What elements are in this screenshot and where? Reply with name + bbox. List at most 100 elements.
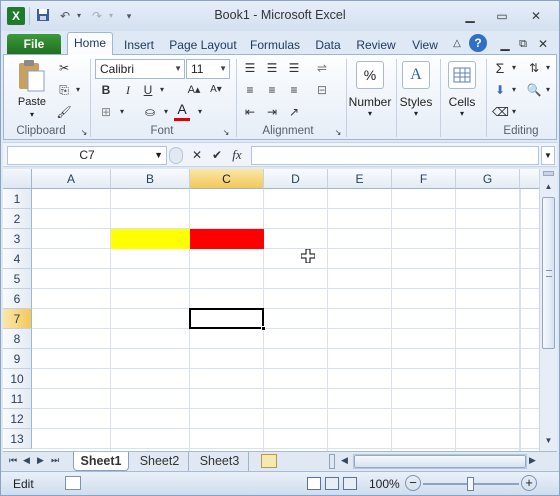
tab-formulas[interactable]: Formulas bbox=[246, 35, 304, 55]
tab-page-layout[interactable]: Page Layout bbox=[167, 35, 239, 55]
column-header-f[interactable]: F bbox=[392, 169, 456, 189]
wrap-text-icon[interactable]: ⇌ bbox=[314, 60, 330, 76]
tab-home[interactable]: Home bbox=[67, 32, 113, 55]
find-dropdown-icon[interactable]: ▾ bbox=[540, 82, 556, 98]
cells-button[interactable]: Cells bbox=[440, 95, 484, 109]
clear-dropdown-icon[interactable]: ▾ bbox=[506, 104, 522, 120]
merge-center-icon[interactable]: ⊟ bbox=[314, 82, 330, 98]
scroll-down-icon[interactable]: ▼ bbox=[541, 433, 556, 449]
fill-color-icon[interactable]: ⛀ bbox=[142, 104, 158, 120]
minimize-ribbon-icon[interactable]: △ bbox=[449, 36, 465, 52]
zoom-slider-thumb[interactable] bbox=[467, 477, 474, 491]
cells-dropdown-icon[interactable]: ▾ bbox=[454, 109, 470, 118]
row-header-12[interactable]: 12 bbox=[3, 409, 32, 429]
row-header-7[interactable]: 7 bbox=[3, 309, 32, 329]
row-header-6[interactable]: 6 bbox=[3, 289, 32, 309]
align-right-icon[interactable]: ≡ bbox=[286, 82, 302, 98]
paste-icon[interactable] bbox=[16, 59, 46, 93]
help-icon[interactable]: ? bbox=[469, 34, 487, 52]
fill-dropdown-icon[interactable]: ▾ bbox=[506, 82, 522, 98]
insert-worksheet-icon[interactable] bbox=[261, 454, 277, 468]
copy-dropdown-icon[interactable]: ▾ bbox=[70, 82, 86, 98]
row-header-3[interactable]: 3 bbox=[3, 229, 32, 249]
page-layout-view-icon[interactable] bbox=[325, 477, 339, 490]
close-button[interactable]: ✕ bbox=[525, 9, 547, 23]
paste-dropdown-icon[interactable]: ▾ bbox=[24, 110, 40, 119]
tab-insert[interactable]: Insert bbox=[118, 35, 160, 55]
scroll-left-icon[interactable]: ◀ bbox=[341, 455, 348, 466]
font-color-dropdown-icon[interactable]: ▾ bbox=[192, 104, 208, 120]
tab-file[interactable]: File bbox=[7, 34, 61, 55]
normal-view-icon[interactable] bbox=[307, 477, 321, 490]
paste-button[interactable]: Paste bbox=[12, 96, 52, 108]
macro-record-icon[interactable] bbox=[65, 476, 81, 490]
column-header-g[interactable]: G bbox=[456, 169, 520, 189]
vertical-scroll-thumb[interactable] bbox=[542, 197, 555, 349]
increase-font-icon[interactable]: A▴ bbox=[186, 82, 202, 98]
font-size-combo[interactable]: 11 ▼ bbox=[186, 59, 230, 79]
styles-icon[interactable]: A bbox=[402, 61, 430, 89]
sheet-tab-sheet2[interactable]: Sheet2 bbox=[131, 452, 189, 471]
decrease-indent-icon[interactable]: ⇤ bbox=[242, 104, 258, 120]
workbook-minimize-button[interactable]: ▁ bbox=[497, 36, 513, 52]
row-header-9[interactable]: 9 bbox=[3, 349, 32, 369]
cell-c3[interactable] bbox=[190, 229, 264, 249]
font-color-icon[interactable]: A bbox=[174, 102, 190, 121]
orientation-icon[interactable]: ↗ bbox=[286, 104, 302, 120]
scroll-right-icon[interactable]: ▶ bbox=[529, 455, 536, 466]
fill-handle[interactable] bbox=[261, 326, 266, 331]
sheet-tab-sheet1[interactable]: Sheet1 bbox=[73, 452, 129, 471]
format-painter-icon[interactable]: 🖌 bbox=[56, 104, 72, 120]
row-header-11[interactable]: 11 bbox=[3, 389, 32, 409]
font-launcher-icon[interactable]: ↘ bbox=[218, 125, 234, 141]
cut-icon[interactable]: ✂ bbox=[56, 60, 72, 76]
align-top-icon[interactable]: ☰ bbox=[242, 60, 258, 76]
scroll-up-icon[interactable]: ▲ bbox=[541, 179, 556, 195]
align-left-icon[interactable]: ≡ bbox=[242, 82, 258, 98]
first-sheet-icon[interactable]: ⏮ bbox=[9, 455, 17, 466]
column-header-c[interactable]: C bbox=[190, 169, 264, 189]
increase-indent-icon[interactable]: ⇥ bbox=[264, 104, 280, 120]
formula-bar-splitter[interactable] bbox=[169, 147, 183, 164]
cell-b3[interactable] bbox=[111, 229, 190, 249]
sheet-tab-sheet3[interactable]: Sheet3 bbox=[191, 452, 249, 471]
maximize-button[interactable]: ▭ bbox=[491, 9, 513, 23]
italic-button[interactable]: I bbox=[120, 82, 136, 98]
tab-review[interactable]: Review bbox=[352, 35, 400, 55]
name-box[interactable]: C7 ▼ bbox=[7, 146, 167, 165]
row-header-4[interactable]: 4 bbox=[3, 249, 32, 269]
number-dropdown-icon[interactable]: ▾ bbox=[362, 109, 378, 118]
select-all-button[interactable] bbox=[3, 169, 32, 189]
fill-color-dropdown-icon[interactable]: ▾ bbox=[158, 104, 174, 120]
tab-data[interactable]: Data bbox=[310, 35, 346, 55]
cancel-entry-icon[interactable]: ✕ bbox=[189, 147, 205, 163]
number-format-icon[interactable]: % bbox=[356, 61, 384, 89]
row-header-13[interactable]: 13 bbox=[3, 429, 32, 449]
align-bottom-icon[interactable]: ☰ bbox=[286, 60, 302, 76]
page-break-view-icon[interactable] bbox=[343, 477, 357, 490]
next-sheet-icon[interactable]: ▶ bbox=[37, 455, 44, 466]
styles-dropdown-icon[interactable]: ▾ bbox=[408, 109, 424, 118]
decrease-font-icon[interactable]: A▾ bbox=[208, 82, 224, 98]
prev-sheet-icon[interactable]: ◀ bbox=[23, 455, 30, 466]
formula-input[interactable] bbox=[251, 146, 539, 165]
zoom-level[interactable]: 100% bbox=[369, 477, 400, 491]
name-box-dropdown-icon[interactable]: ▼ bbox=[154, 147, 163, 164]
alignment-launcher-icon[interactable]: ↘ bbox=[330, 125, 346, 141]
row-header-5[interactable]: 5 bbox=[3, 269, 32, 289]
column-header-a[interactable]: A bbox=[32, 169, 111, 189]
autosum-dropdown-icon[interactable]: ▾ bbox=[506, 60, 522, 76]
zoom-slider[interactable] bbox=[423, 477, 519, 491]
insert-function-button[interactable]: fx bbox=[229, 147, 245, 163]
styles-button[interactable]: Styles bbox=[396, 95, 436, 109]
row-header-1[interactable]: 1 bbox=[3, 189, 32, 209]
zoom-in-icon[interactable]: + bbox=[521, 475, 537, 491]
borders-dropdown-icon[interactable]: ▾ bbox=[114, 104, 130, 120]
vertical-scrollbar[interactable]: ▲ ▼ bbox=[539, 169, 557, 451]
column-header-d[interactable]: D bbox=[264, 169, 328, 189]
column-header-e[interactable]: E bbox=[328, 169, 392, 189]
zoom-out-icon[interactable]: − bbox=[405, 475, 421, 491]
worksheet-grid[interactable]: A B C D E F G 1 2 3 4 5 6 7 8 9 10 11 12 13 bbox=[3, 169, 539, 451]
row-header-2[interactable]: 2 bbox=[3, 209, 32, 229]
row-header-10[interactable]: 10 bbox=[3, 369, 32, 389]
